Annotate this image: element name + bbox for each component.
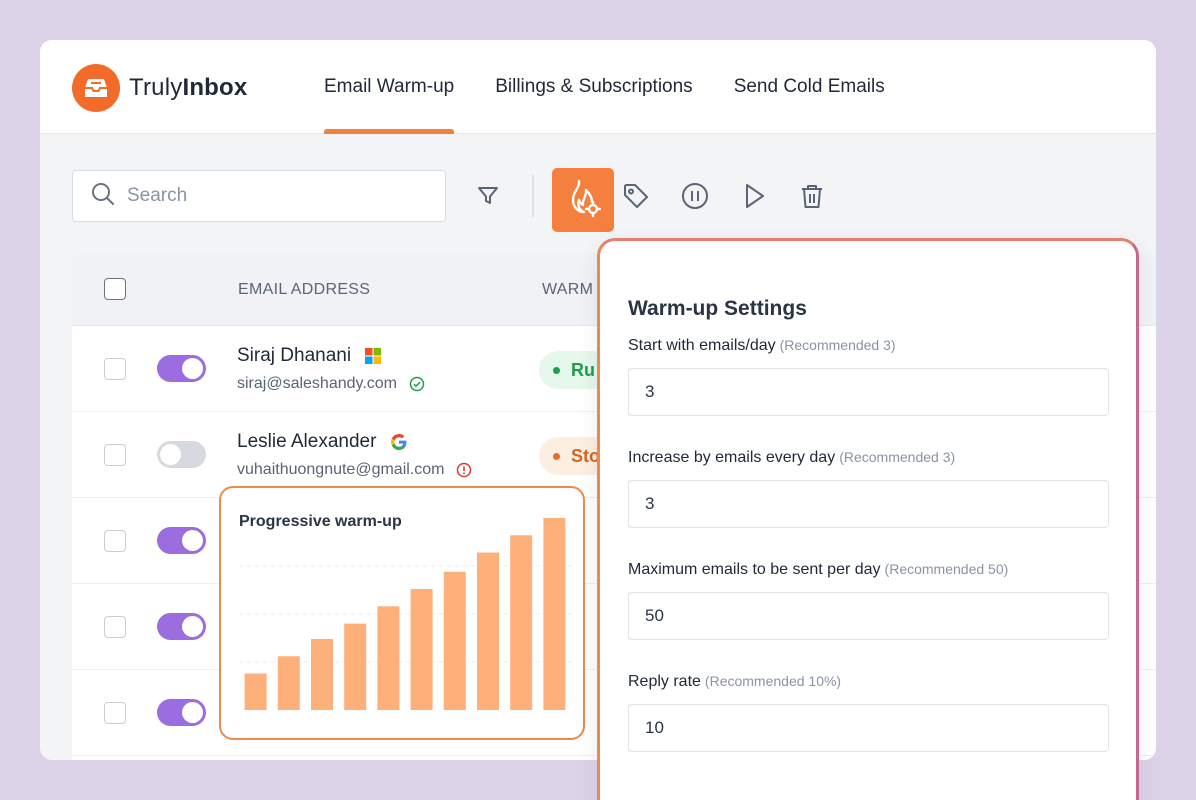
settings-title: Warm-up Settings — [628, 297, 807, 320]
reply-rate-label: Reply rate (Recommended 10%) — [628, 673, 842, 690]
verified-check-icon — [409, 376, 425, 392]
start-emails-input[interactable] — [628, 368, 1109, 416]
warning-icon — [456, 462, 472, 478]
chart-bar-1 — [244, 673, 267, 710]
warmup-toggle[interactable] — [157, 613, 206, 640]
nav-billings-subscriptions[interactable]: Billings & Subscriptions — [495, 40, 692, 134]
row-checkbox[interactable] — [104, 616, 126, 638]
account-name: Siraj Dhanani — [237, 345, 382, 367]
warmup-toggle[interactable] — [157, 355, 206, 382]
top-header: TrulyInbox Email Warm-up Billings & Subs… — [40, 40, 1156, 134]
chart-bar-3 — [311, 638, 333, 710]
increase-emails-input[interactable] — [628, 480, 1109, 528]
chart-bar-8 — [477, 552, 499, 710]
chart-bar-6 — [410, 589, 433, 710]
row-checkbox[interactable] — [104, 702, 126, 724]
start-emails-label: Start with emails/day (Recommended 3) — [628, 337, 896, 354]
account-email: vuhaithuongnute@gmail.com — [237, 461, 472, 479]
chart-bar-2 — [277, 656, 300, 710]
column-email-address[interactable]: EMAIL ADDRESS — [238, 281, 370, 299]
warmup-settings-button[interactable] — [552, 168, 614, 232]
column-warmup[interactable]: WARM — [542, 281, 593, 299]
account-email: siraj@saleshandy.com — [237, 375, 425, 393]
warmup-toggle[interactable] — [157, 527, 206, 554]
chart-plot — [239, 518, 571, 710]
chart-bar-7 — [443, 571, 466, 710]
search-icon — [91, 182, 115, 211]
inbox-logo-icon — [72, 64, 120, 112]
chart-bar-10 — [543, 518, 566, 710]
nav-email-warmup[interactable]: Email Warm-up — [324, 40, 455, 134]
row-checkbox[interactable] — [104, 358, 126, 380]
progressive-warmup-chart: Progressive warm-up — [219, 486, 585, 740]
play-icon[interactable] — [736, 178, 772, 214]
warmup-settings-panel: Warm-up Settings Start with emails/day (R… — [597, 238, 1139, 800]
row-checkbox[interactable] — [104, 444, 126, 466]
trash-icon[interactable] — [794, 178, 830, 214]
search-box — [72, 170, 446, 222]
toolbar-divider — [532, 175, 534, 217]
tag-icon[interactable] — [618, 178, 654, 214]
warmup-toggle[interactable] — [157, 441, 206, 468]
max-emails-label: Maximum emails to be sent per day (Recomm… — [628, 561, 1009, 578]
select-all-checkbox[interactable] — [104, 278, 126, 300]
microsoft-icon — [365, 348, 382, 364]
warmup-settings-icon — [565, 178, 602, 223]
logo-text: TrulyInbox — [129, 74, 248, 101]
increase-emails-label: Increase by emails every day (Recommended… — [628, 449, 956, 466]
row-checkbox[interactable] — [104, 530, 126, 552]
google-icon — [390, 433, 408, 451]
pause-icon[interactable] — [677, 178, 713, 214]
warmup-toggle[interactable] — [157, 699, 206, 726]
reply-rate-input[interactable] — [628, 704, 1109, 752]
account-name: Leslie Alexander — [237, 431, 408, 453]
nav-send-cold-emails[interactable]: Send Cold Emails — [734, 40, 885, 134]
max-emails-input[interactable] — [628, 592, 1109, 640]
main-nav: Email Warm-up Billings & Subscriptions S… — [324, 40, 926, 134]
filter-icon[interactable] — [470, 178, 506, 214]
chart-bar-5 — [377, 606, 400, 710]
chart-bar-4 — [344, 623, 367, 710]
chart-bar-9 — [510, 535, 533, 710]
search-input[interactable] — [127, 185, 427, 207]
logo[interactable]: TrulyInbox — [72, 64, 247, 112]
